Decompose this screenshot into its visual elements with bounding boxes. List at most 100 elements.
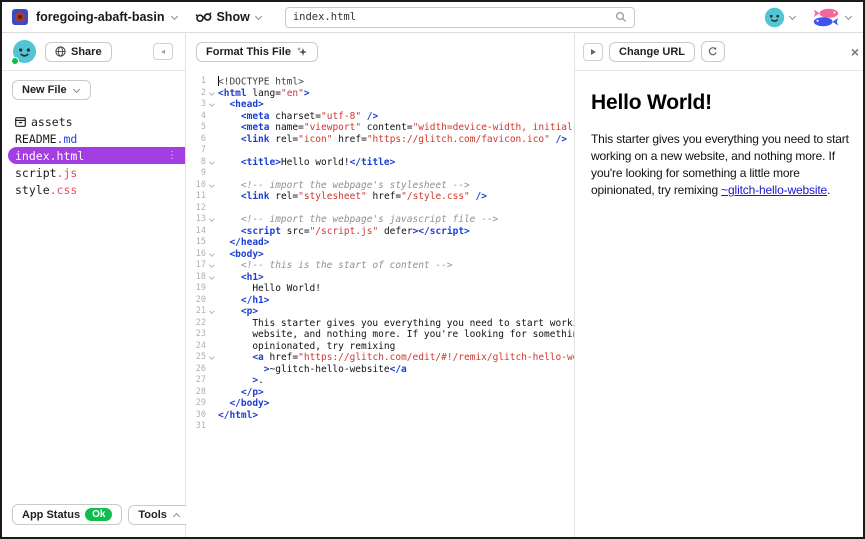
member-avatar[interactable] bbox=[12, 39, 37, 64]
code-line[interactable]: 28 </p> bbox=[186, 387, 574, 399]
fold-chevron-icon[interactable] bbox=[206, 306, 218, 318]
search-input[interactable] bbox=[293, 11, 609, 23]
search-icon bbox=[615, 11, 627, 23]
file-item-script[interactable]: script.js bbox=[12, 164, 185, 181]
tools-label: Tools bbox=[138, 509, 167, 521]
code-editor-pane: Format This File 1<!DOCTYPE html>2<html … bbox=[186, 33, 575, 537]
code-text: <h1> bbox=[218, 272, 574, 284]
file-item-index[interactable]: index.html⋮ bbox=[8, 147, 185, 164]
code-line[interactable]: 19 Hello World! bbox=[186, 283, 574, 295]
close-icon[interactable]: × bbox=[851, 45, 859, 59]
line-number: 29 bbox=[186, 398, 206, 410]
line-number: 27 bbox=[186, 375, 206, 387]
line-number: 7 bbox=[186, 145, 206, 157]
code-line[interactable]: 1<!DOCTYPE html> bbox=[186, 76, 574, 88]
code-line[interactable]: 5 <meta name="viewport" content="width=d… bbox=[186, 122, 574, 134]
code-line[interactable]: 24 opinionated, try remixing bbox=[186, 341, 574, 353]
code-line[interactable]: 3 <head> bbox=[186, 99, 574, 111]
collapse-sidebar-button[interactable]: ◂ bbox=[153, 43, 173, 60]
fold-gutter bbox=[206, 237, 218, 249]
code-line[interactable]: 15 </head> bbox=[186, 237, 574, 249]
code-area[interactable]: 1<!DOCTYPE html>2<html lang="en">3 <head… bbox=[186, 71, 574, 537]
code-line[interactable]: 23 website, and nothing more. If you're … bbox=[186, 329, 574, 341]
show-menu[interactable]: Show bbox=[195, 10, 262, 24]
tools-button[interactable]: Tools bbox=[128, 505, 191, 525]
code-line[interactable]: 11 <link rel="stylesheet" href="/style.c… bbox=[186, 191, 574, 203]
user-menu[interactable] bbox=[764, 7, 797, 28]
app-status-button[interactable]: App Status Ok bbox=[12, 504, 122, 525]
code-line[interactable]: 30</html> bbox=[186, 410, 574, 422]
code-line[interactable]: 4 <meta charset="utf-8" /> bbox=[186, 111, 574, 123]
project-avatar-icon[interactable] bbox=[12, 9, 28, 25]
code-text: <!-- import the webpage's stylesheet --> bbox=[218, 180, 574, 192]
code-text: </body> bbox=[218, 398, 574, 410]
change-url-button[interactable]: Change URL bbox=[609, 42, 695, 62]
code-line[interactable]: 16 <body> bbox=[186, 249, 574, 261]
code-text: <p> bbox=[218, 306, 574, 318]
code-line[interactable]: 12 bbox=[186, 203, 574, 215]
code-line[interactable]: 27 >. bbox=[186, 375, 574, 387]
file-item-style[interactable]: style.css bbox=[12, 181, 185, 198]
sunglasses-icon bbox=[195, 11, 212, 23]
file-item-assets[interactable]: assets bbox=[12, 113, 185, 130]
code-line[interactable]: 2<html lang="en"> bbox=[186, 88, 574, 100]
fold-chevron-icon[interactable] bbox=[206, 214, 218, 226]
fold-gutter bbox=[206, 341, 218, 353]
line-number: 24 bbox=[186, 341, 206, 353]
fold-chevron-icon[interactable] bbox=[206, 260, 218, 272]
file-options-kebab-icon[interactable]: ⋮ bbox=[167, 150, 177, 161]
code-line[interactable]: 14 <script src="/script.js" defer></scri… bbox=[186, 226, 574, 238]
fold-chevron-icon[interactable] bbox=[206, 352, 218, 364]
code-line[interactable]: 18 <h1> bbox=[186, 272, 574, 284]
line-number: 30 bbox=[186, 410, 206, 422]
code-line[interactable]: 17 <!-- this is the start of content --> bbox=[186, 260, 574, 272]
fold-chevron-icon[interactable] bbox=[206, 99, 218, 111]
file-item-README[interactable]: README.md bbox=[12, 130, 185, 147]
globe-icon bbox=[55, 46, 66, 57]
code-line[interactable]: 6 <link rel="icon" href="https://glitch.… bbox=[186, 134, 574, 146]
code-line[interactable]: 29 </body> bbox=[186, 398, 574, 410]
code-text: <!-- import the webpage's javascript fil… bbox=[218, 214, 574, 226]
new-file-button[interactable]: New File bbox=[12, 80, 91, 100]
line-number: 8 bbox=[186, 157, 206, 169]
fold-gutter bbox=[206, 168, 218, 180]
code-line[interactable]: 25 <a href="https://glitch.com/edit/#!/r… bbox=[186, 352, 574, 364]
code-line[interactable]: 13 <!-- import the webpage's javascript … bbox=[186, 214, 574, 226]
refresh-icon[interactable] bbox=[701, 41, 725, 62]
open-preview-button[interactable] bbox=[583, 43, 603, 61]
fold-gutter bbox=[206, 398, 218, 410]
code-line[interactable]: 9 bbox=[186, 168, 574, 180]
fold-chevron-icon[interactable] bbox=[206, 272, 218, 284]
code-line[interactable]: 22 This starter gives you everything you… bbox=[186, 318, 574, 330]
fold-gutter bbox=[206, 134, 218, 146]
code-line[interactable]: 31 bbox=[186, 421, 574, 433]
file-name: index bbox=[15, 149, 50, 163]
preview-heading: Hello World! bbox=[591, 91, 855, 115]
code-line[interactable]: 21 <p> bbox=[186, 306, 574, 318]
line-number: 19 bbox=[186, 283, 206, 295]
share-button[interactable]: Share bbox=[45, 42, 112, 62]
line-number: 12 bbox=[186, 203, 206, 215]
chevron-down-icon[interactable] bbox=[171, 12, 178, 19]
fold-gutter bbox=[206, 364, 218, 376]
fold-chevron-icon[interactable] bbox=[206, 157, 218, 169]
fold-gutter bbox=[206, 329, 218, 341]
fold-chevron-icon[interactable] bbox=[206, 180, 218, 192]
online-status-dot bbox=[11, 57, 19, 65]
fold-chevron-icon[interactable] bbox=[206, 88, 218, 100]
format-file-button[interactable]: Format This File bbox=[196, 42, 318, 62]
code-text bbox=[218, 145, 574, 157]
fold-gutter bbox=[206, 295, 218, 307]
code-line[interactable]: 20 </h1> bbox=[186, 295, 574, 307]
code-line[interactable]: 26 >~glitch-hello-website</a bbox=[186, 364, 574, 376]
code-line[interactable]: 7 bbox=[186, 145, 574, 157]
fish-pair-icon bbox=[811, 7, 841, 28]
glitch-editor-window: foregoing-abaft-basin Show bbox=[0, 0, 865, 539]
profile-menu[interactable] bbox=[811, 7, 853, 28]
code-text: <body> bbox=[218, 249, 574, 261]
code-line[interactable]: 8 <title>Hello world!</title> bbox=[186, 157, 574, 169]
code-line[interactable]: 10 <!-- import the webpage's stylesheet … bbox=[186, 180, 574, 192]
fold-chevron-icon[interactable] bbox=[206, 249, 218, 261]
project-name[interactable]: foregoing-abaft-basin bbox=[36, 10, 164, 24]
remix-link[interactable]: ~glitch-hello-website bbox=[721, 183, 827, 197]
